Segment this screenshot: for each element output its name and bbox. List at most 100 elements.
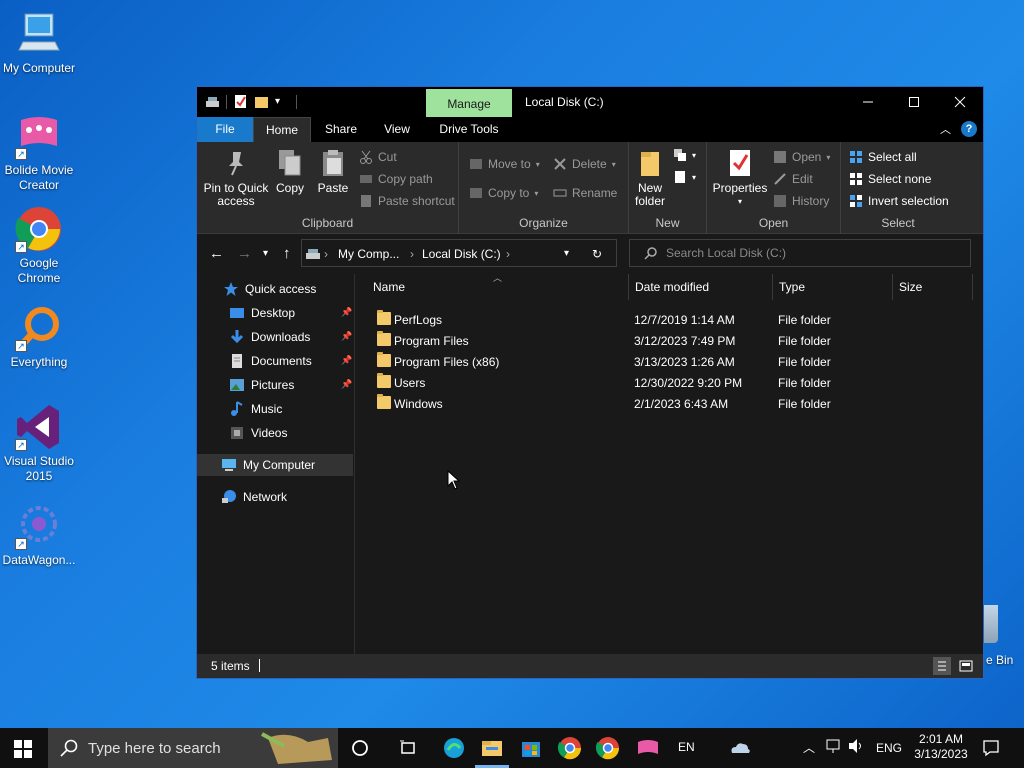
cell-date: 3/12/2023 7:49 PM xyxy=(634,334,736,348)
column-header-size[interactable]: Size xyxy=(893,274,973,300)
nav-downloads[interactable]: Downloads 📌 xyxy=(197,326,353,348)
desktop-icon-chrome[interactable]: ↗ Google Chrome xyxy=(0,205,78,286)
table-row[interactable]: PerfLogs 12/7/2019 1:14 AM File folder xyxy=(373,310,973,331)
details-view-button[interactable] xyxy=(933,657,951,675)
start-button[interactable] xyxy=(14,740,32,758)
onedrive-icon[interactable] xyxy=(728,736,752,760)
table-row[interactable]: Users 12/30/2022 9:20 PM File folder xyxy=(373,373,973,394)
table-row[interactable]: Program Files 3/12/2023 7:49 PM File folde… xyxy=(373,331,973,352)
new-folder-qat-icon[interactable] xyxy=(254,94,269,109)
back-button[interactable]: ← xyxy=(209,245,224,262)
volume-icon[interactable] xyxy=(848,738,866,757)
pin-icon[interactable]: 📌 xyxy=(341,379,352,389)
properties-qat-icon[interactable] xyxy=(233,94,248,109)
forward-button[interactable]: → xyxy=(237,245,252,262)
chevron-down-icon[interactable]: ▾ xyxy=(275,94,290,109)
tab-share[interactable]: Share xyxy=(319,117,363,142)
table-row[interactable]: Program Files (x86) 3/13/2023 1:26 AM File… xyxy=(373,352,973,373)
tab-manage[interactable]: Manage xyxy=(426,89,512,117)
nav-my-computer[interactable]: My Computer xyxy=(197,454,353,476)
search-box[interactable] xyxy=(629,239,971,267)
copy-path-button[interactable]: Copy path xyxy=(359,172,433,186)
desktop-icon-visual-studio[interactable]: ↗ Visual Studio 2015 xyxy=(0,403,78,484)
desktop-icon-bolide[interactable]: ↗ Bolide Movie Creator xyxy=(0,112,78,193)
rename-button[interactable]: Rename xyxy=(553,186,617,200)
nav-videos[interactable]: Videos xyxy=(197,422,353,444)
delete-button[interactable]: Delete ▾ xyxy=(553,157,616,171)
nav-quick-access[interactable]: Quick access xyxy=(197,278,353,300)
new-folder-button[interactable]: New folder xyxy=(631,148,669,208)
select-none-button[interactable]: Select none xyxy=(849,172,931,186)
clock[interactable]: 2:01 AM 3/13/2023 xyxy=(914,732,968,762)
nav-documents[interactable]: Documents 📌 xyxy=(197,350,353,372)
paste-shortcut-button[interactable]: Paste shortcut xyxy=(359,194,455,208)
breadcrumb-local-disk[interactable]: Local Disk (C:) xyxy=(422,247,501,261)
film-reel-icon[interactable] xyxy=(636,736,660,760)
title-bar[interactable]: ▾ Manage Local Disk (C:) xyxy=(197,87,983,117)
up-button[interactable]: ↑ xyxy=(283,245,291,262)
nav-pictures[interactable]: Pictures 📌 xyxy=(197,374,353,396)
history-button[interactable]: History xyxy=(773,194,829,208)
column-header-date[interactable]: Date modified xyxy=(629,274,773,300)
network-tray-icon[interactable] xyxy=(826,738,842,757)
chrome-icon[interactable] xyxy=(595,736,620,760)
desktop-icon-everything[interactable]: ↗ Everything xyxy=(0,304,78,370)
search-input[interactable] xyxy=(666,246,956,260)
desktop-icon-my-computer[interactable]: My Computer xyxy=(0,10,78,76)
refresh-icon[interactable]: ↻ xyxy=(592,247,602,261)
pin-icon[interactable]: 📌 xyxy=(341,331,352,341)
close-button[interactable] xyxy=(937,87,983,117)
desktop-icon-datawagon[interactable]: ↗ DataWagon... xyxy=(0,502,78,568)
cortana-icon[interactable] xyxy=(348,736,372,760)
minimize-button[interactable] xyxy=(845,87,891,117)
pin-icon[interactable]: 📌 xyxy=(341,307,352,317)
nav-music[interactable]: Music xyxy=(197,398,353,420)
pin-to-quick-access-button[interactable]: Pin to Quick access xyxy=(203,148,269,208)
chevron-down-icon[interactable]: ▾ xyxy=(564,248,569,259)
breadcrumb-my-computer[interactable]: My Comp... xyxy=(338,247,399,261)
tab-view[interactable]: View xyxy=(373,117,421,142)
music-icon xyxy=(229,401,245,417)
copy-to-button[interactable]: Copy to ▾ xyxy=(469,186,538,200)
input-language[interactable]: ENG xyxy=(876,741,902,755)
open-button[interactable]: Open ▾ xyxy=(773,150,830,164)
chevron-up-icon[interactable]: ︿ xyxy=(803,739,815,756)
copy-button[interactable]: Copy xyxy=(273,148,307,195)
move-to-button[interactable]: Move to ▾ xyxy=(469,157,540,171)
column-header-name[interactable]: Name xyxy=(367,274,629,300)
paste-button[interactable]: Paste xyxy=(315,148,351,195)
input-language-short[interactable]: EN xyxy=(678,740,695,754)
column-header-type[interactable]: Type xyxy=(773,274,893,300)
cut-button[interactable]: Cut xyxy=(359,150,397,164)
chevron-up-icon[interactable]: ︿ xyxy=(940,121,951,137)
address-bar[interactable]: › My Comp... › Local Disk (C:) › ▾ ↻ xyxy=(301,239,617,267)
taskbar-search[interactable]: Type here to search xyxy=(48,728,338,768)
pin-icon[interactable]: 📌 xyxy=(341,355,352,365)
properties-button[interactable]: Properties ▾ xyxy=(713,148,767,208)
nav-network[interactable]: Network xyxy=(197,486,353,508)
desktop-icon-label: Bolide Movie Creator xyxy=(4,163,74,192)
maximize-button[interactable] xyxy=(891,87,937,117)
ribbon: Pin to Quick access Copy Paste Cut Copy … xyxy=(197,142,983,234)
chrome-icon[interactable] xyxy=(557,736,582,760)
edit-button[interactable]: Edit xyxy=(773,172,813,186)
tab-file[interactable]: File xyxy=(197,117,253,142)
invert-selection-button[interactable]: Invert selection xyxy=(849,194,949,208)
task-view-icon[interactable] xyxy=(396,736,420,760)
tab-drive-tools[interactable]: Drive Tools xyxy=(429,117,509,142)
store-icon[interactable] xyxy=(519,736,543,760)
drive-icon[interactable] xyxy=(205,94,220,109)
new-item-button[interactable]: ▾ xyxy=(673,148,696,162)
help-icon[interactable]: ? xyxy=(961,121,977,137)
large-icons-view-button[interactable] xyxy=(957,657,975,675)
recent-locations-button[interactable]: ▾ xyxy=(263,248,268,259)
select-all-button[interactable]: Select all xyxy=(849,150,917,164)
document-icon xyxy=(229,353,245,369)
edge-icon[interactable] xyxy=(442,736,466,760)
table-row[interactable]: Windows 2/1/2023 6:43 AM File folder xyxy=(373,394,973,415)
file-explorer-icon[interactable] xyxy=(480,736,504,760)
easy-access-button[interactable]: ▾ xyxy=(673,170,696,184)
notification-icon[interactable] xyxy=(982,739,1000,760)
tab-home[interactable]: Home xyxy=(253,117,311,142)
nav-desktop[interactable]: Desktop 📌 xyxy=(197,302,353,324)
